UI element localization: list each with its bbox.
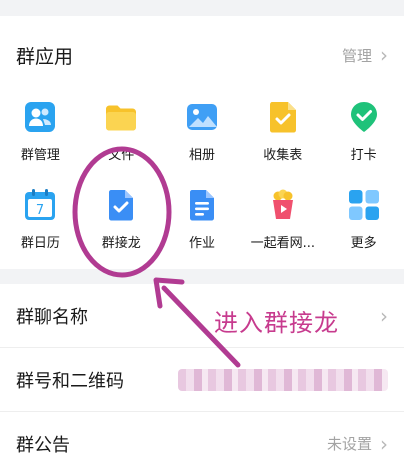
calendar-icon: 7 bbox=[25, 189, 56, 220]
chevron-right-icon: › bbox=[380, 431, 388, 456]
app-homework[interactable]: 作业 bbox=[162, 182, 243, 270]
folder-icon bbox=[106, 105, 137, 131]
group-apps-card: 群应用 管理 › 群管理 文件 相册 收集表 打卡 7 群日历 群接龙 作业 一… bbox=[0, 16, 404, 269]
row-announcement[interactable]: 群公告 未设置 › bbox=[0, 412, 404, 464]
solitaire-icon bbox=[109, 190, 134, 221]
app-album[interactable]: 相册 bbox=[162, 94, 243, 182]
group-apps-header[interactable]: 群应用 管理 › bbox=[0, 16, 404, 94]
redacted-blur bbox=[178, 368, 388, 391]
homework-icon bbox=[189, 190, 214, 221]
app-label: 群接龙 bbox=[101, 236, 141, 251]
group-id-qr-right bbox=[178, 368, 388, 391]
app-more[interactable]: 更多 bbox=[323, 182, 404, 270]
app-label: 群管理 bbox=[20, 148, 60, 163]
app-calendar[interactable]: 7 群日历 bbox=[0, 182, 81, 270]
checkin-icon bbox=[350, 102, 377, 132]
calendar-day: 7 bbox=[36, 203, 44, 218]
apps-grid: 群管理 文件 相册 收集表 打卡 7 群日历 群接龙 作业 一起看网... 更多 bbox=[0, 94, 404, 270]
row-group-id-qr[interactable]: 群号和二维码 bbox=[0, 348, 404, 412]
announcement-value: 未设置 bbox=[326, 435, 372, 453]
app-watch-together[interactable]: 一起看网... bbox=[242, 182, 323, 270]
app-file[interactable]: 文件 bbox=[81, 94, 162, 182]
collect-form-icon bbox=[269, 102, 296, 133]
app-label: 文件 bbox=[108, 148, 135, 163]
group-manage-icon bbox=[25, 102, 56, 132]
app-label: 一起看网... bbox=[250, 236, 315, 251]
app-label: 群日历 bbox=[20, 236, 60, 251]
group-name-title: 群聊名称 bbox=[16, 306, 88, 328]
chevron-right-icon: › bbox=[380, 43, 388, 67]
watch-together-icon bbox=[272, 189, 293, 219]
app-solitaire[interactable]: 群接龙 bbox=[81, 182, 162, 270]
app-label: 相册 bbox=[188, 148, 215, 163]
chevron-right-icon: › bbox=[380, 303, 388, 328]
annotation-text: 进入群接龙 bbox=[214, 309, 339, 337]
app-label: 作业 bbox=[188, 236, 215, 251]
app-group-manage[interactable]: 群管理 bbox=[0, 94, 81, 182]
announcement-title: 群公告 bbox=[16, 434, 70, 456]
app-collect-form[interactable]: 收集表 bbox=[242, 94, 323, 182]
section-gap bbox=[0, 269, 404, 284]
group-id-qr-title: 群号和二维码 bbox=[16, 370, 124, 392]
manage-label: 管理 bbox=[341, 46, 372, 65]
row-group-name[interactable]: 群聊名称 › bbox=[0, 284, 404, 348]
app-label: 打卡 bbox=[350, 148, 377, 163]
group-apps-title: 群应用 bbox=[16, 45, 74, 68]
app-label: 更多 bbox=[350, 236, 377, 251]
announcement-right: 未设置 › bbox=[327, 432, 388, 456]
app-label: 收集表 bbox=[263, 148, 303, 163]
top-gap bbox=[0, 0, 404, 16]
app-checkin[interactable]: 打卡 bbox=[323, 94, 404, 182]
more-apps-icon bbox=[348, 190, 379, 220]
manage-link[interactable]: 管理 › bbox=[342, 43, 388, 67]
album-icon bbox=[186, 104, 217, 130]
group-name-right: › bbox=[380, 304, 388, 328]
